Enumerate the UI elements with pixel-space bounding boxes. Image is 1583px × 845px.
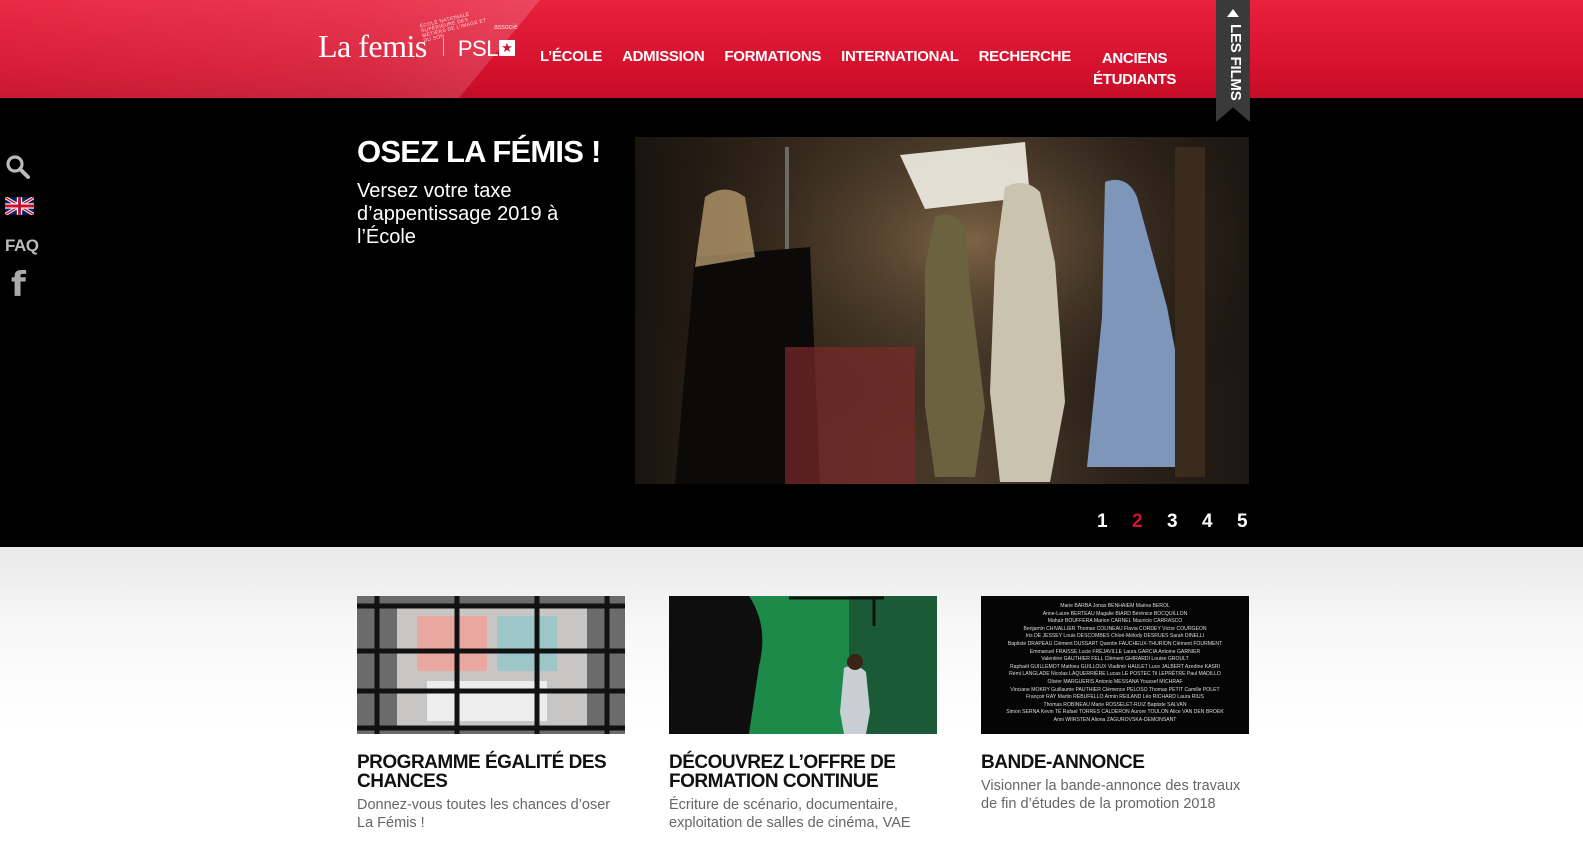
psl-star-icon: ★ [498,40,515,56]
credits-line: Emmanuel FRAISSE Lucie FRÉJAVILLE Laura … [1029,648,1201,655]
pager-item-4[interactable]: 4 [1202,511,1237,533]
card-egalite-chances[interactable]: PROGRAMME ÉGALITÉ DES CHANCES Donnez-vou… [357,596,625,832]
site-header: La femis École nationale supérieure des … [0,0,1583,98]
logo-text: La femis [318,28,427,64]
card-image[interactable]: Marie BARBA Jonas BENHAIEM Maëva BEROL An… [981,596,1249,734]
credits-line: Anne-Laure BERTEAU Magalie BIARD Bérénic… [1042,610,1188,617]
nav-item-recherche[interactable]: RECHERCHE [979,48,1072,65]
pager-item-3[interactable]: 3 [1167,511,1202,533]
credits-line: Benjamin CHIVALLIER Thomas COLINEAU Flav… [1023,625,1207,632]
hero-title[interactable]: OSEZ LA FÉMIS ! [357,134,601,170]
hero-subtitle[interactable]: Versez votre taxe d’appentissage 2019 à … [357,180,597,249]
search-icon[interactable] [5,154,31,180]
card-desc: Visionner la bande-annonce des travaux d… [981,778,1241,812]
credits-text: Marie BARBA Jonas BENHAIEM Maëva BEROL An… [981,603,1249,725]
nav-item-admission[interactable]: ADMISSION [622,48,705,65]
credits-line: Olivier MARGUERIS Antonio MESSANA Yousse… [1047,678,1183,685]
card-title[interactable]: BANDE-ANNONCE [981,753,1249,772]
credits-line: Anni WIIRSTEN Aliona ZAGUROVSKA-DEMONSAN… [1053,716,1177,723]
credits-line: Vinciane MOKRY Guillaume PAUTHIER Clémen… [1010,686,1220,693]
card-image[interactable] [669,596,937,734]
pager-item-1[interactable]: 1 [1097,511,1132,533]
credits-line: Rémi LANGLADE Nicolas LAQUERRIÈRE Lucas … [1009,671,1221,678]
credits-line: Iris DE JESSEY Louis DESCOMBES Chloé-Mél… [1025,633,1205,640]
les-films-label: LES FILMS [1227,24,1244,101]
card-title[interactable]: PROGRAMME ÉGALITÉ DES CHANCES [357,753,625,791]
building-photo [357,596,625,734]
nav-anciens-line1: ANCIENS [1101,50,1168,67]
credits-line: Simon SERNA Kevin TÉ Rafael TORRES CALDE… [1006,709,1224,716]
nav-item-formations[interactable]: FORMATIONS [724,48,821,65]
main-nav: L’ÉCOLE ADMISSION FORMATIONS INTERNATION… [540,48,1091,65]
card-bande-annonce[interactable]: Marie BARBA Jonas BENHAIEM Maëva BEROL An… [981,596,1249,813]
credits-line: Marie BARBA Jonas BENHAIEM Maëva BEROL [1060,603,1170,609]
uk-flag-icon[interactable] [5,197,34,215]
credits-line: Valentine GAUTHIER FELL Clément GHIRARDI… [1041,656,1189,663]
hero-image[interactable] [635,137,1249,484]
les-films-tab[interactable]: LES FILMS [1216,0,1250,122]
arrow-up-icon [1227,9,1239,17]
credits-line: Françoir RAY Martin REBUFELLO Armin REIL… [1026,694,1204,701]
card-desc: Donnez-vous toutes les chances d’oser La… [357,797,611,831]
credits-line: Baptiste DRAPEAU Clément DUSSART Quentin… [1007,640,1223,647]
nav-item-ecole[interactable]: L’ÉCOLE [540,48,602,65]
psl-logo-text: PSL [457,36,499,61]
pager-item-5[interactable]: 5 [1237,511,1272,533]
pager-item-2-active[interactable]: 2 [1132,511,1167,533]
card-title[interactable]: DÉCOUVREZ L’OFFRE DE FORMATION CONTINUE [669,753,937,791]
nav-anciens-line2: ÉTUDIANTS [1093,71,1177,88]
facebook-icon[interactable]: f [11,268,26,302]
nav-item-international[interactable]: INTERNATIONAL [841,48,959,65]
logo-assoc-label: associé [494,24,518,31]
faq-link[interactable]: FAQ [5,236,39,256]
logo-separator [442,38,444,56]
film-set-photo [635,137,1249,484]
site-logo[interactable]: La femis École nationale supérieure des … [318,12,518,64]
hero-pager: 1 2 3 4 5 [1097,511,1272,533]
green-screen-photo [669,596,937,734]
credits-line: Mahaïr BOUFFERA Marion CARNEL Mauricio C… [1047,618,1183,625]
card-image[interactable] [357,596,625,734]
nav-item-anciens-etudiants[interactable]: ANCIENS ÉTUDIANTS [1093,48,1176,90]
card-formation-continue[interactable]: DÉCOUVREZ L’OFFRE DE FORMATION CONTINUE … [669,596,937,832]
card-desc: Écriture de scénario, documentaire, expl… [669,797,911,831]
